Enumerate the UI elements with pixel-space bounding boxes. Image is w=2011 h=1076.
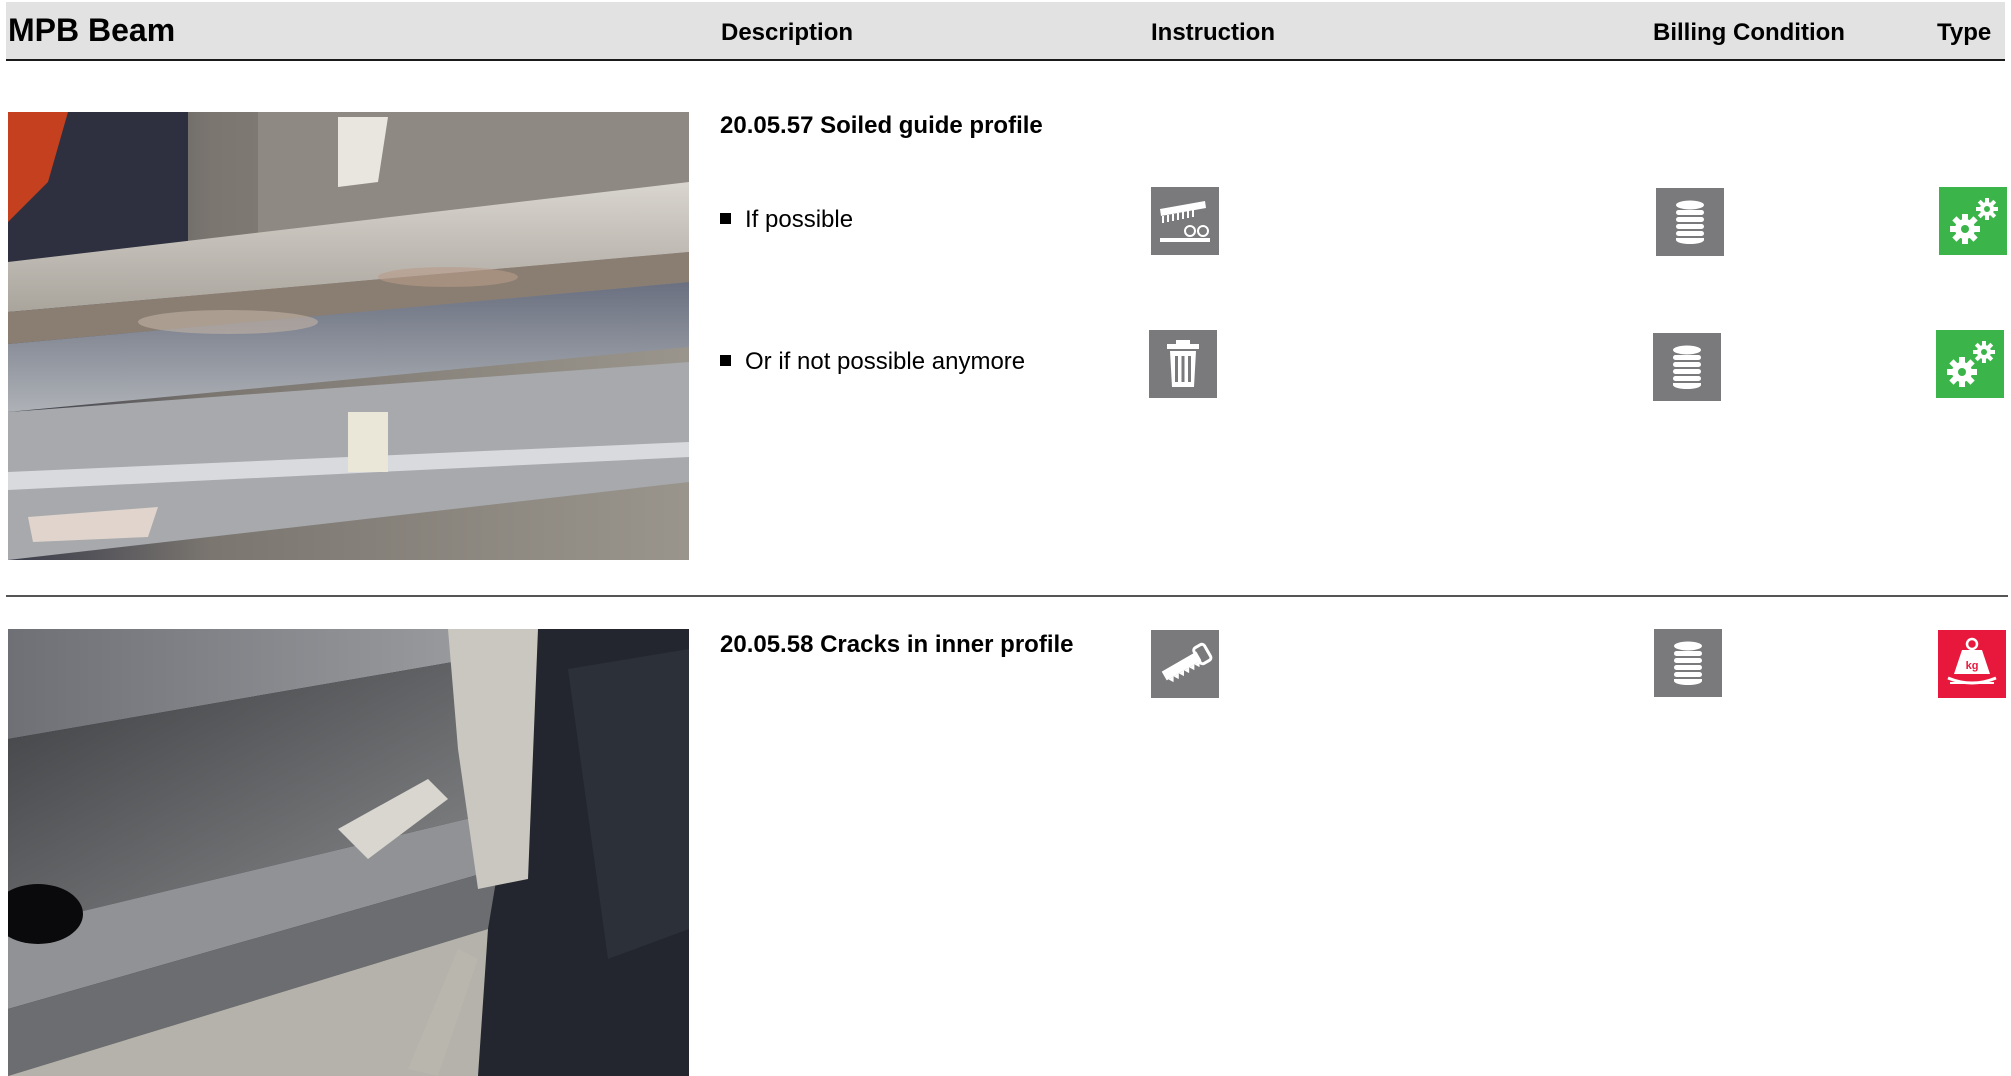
column-header-type: Type: [1937, 19, 1992, 46]
bullet-text: If possible: [745, 206, 854, 233]
column-header-description: Description: [721, 19, 854, 46]
gears-icon: [1939, 187, 2007, 255]
bullet-if-not-possible: Or if not possible anymore: [720, 348, 1025, 376]
bullet-text: Or if not possible anymore: [745, 348, 1026, 375]
coin-stack-icon: [1656, 188, 1724, 256]
bullet-marker: [720, 355, 731, 366]
coin-stack-icon: [1653, 333, 1721, 401]
column-header-instruction: Instruction: [1151, 19, 1275, 46]
page-title: MPB Beam: [8, 12, 176, 48]
gears-icon: [1936, 330, 2004, 398]
saw-icon: [1151, 630, 1219, 698]
bullet-if-possible: If possible: [720, 206, 853, 234]
item-separator: [6, 595, 2008, 597]
cracked-inner-profile-photo: [8, 629, 689, 1076]
soiled-guide-profile-photo: [8, 112, 689, 560]
weight-kg-icon: kg: [1938, 630, 2006, 698]
coin-stack-icon: [1654, 629, 1722, 697]
column-header-billing-condition: Billing Condition: [1653, 19, 1845, 46]
svg-text:kg: kg: [1966, 660, 1979, 672]
cleaning-machine-icon: [1151, 187, 1219, 255]
item-title-20-05-57: 20.05.57 Soiled guide profile: [720, 112, 1043, 139]
item-title-20-05-58: 20.05.58 Cracks in inner profile: [720, 631, 1074, 658]
table-header: MPB Beam Description Instruction Billing…: [6, 2, 2005, 61]
bullet-marker: [720, 213, 731, 224]
trash-bin-icon: [1149, 330, 1217, 398]
